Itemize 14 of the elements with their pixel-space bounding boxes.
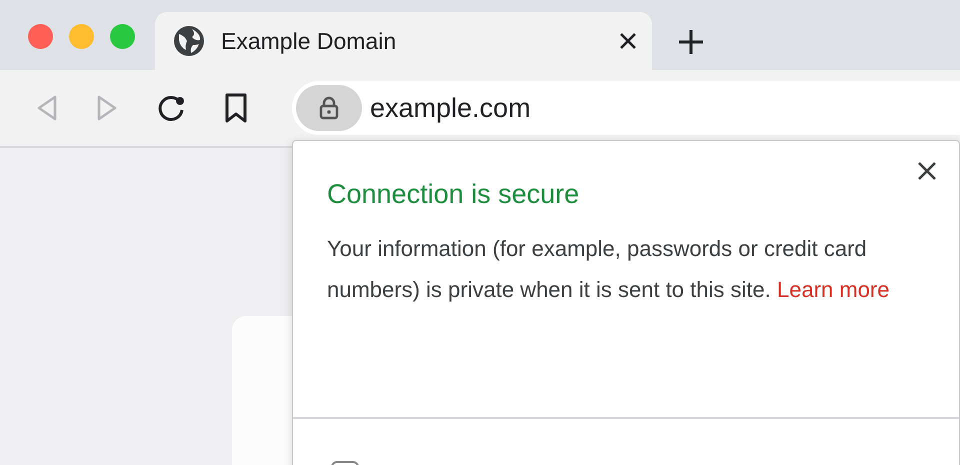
popup-title: Connection is secure	[327, 179, 580, 210]
url-text: example.com	[370, 92, 531, 124]
learn-more-link[interactable]: Learn more	[776, 277, 890, 302]
close-icon[interactable]	[917, 161, 937, 181]
new-tab-icon[interactable]	[678, 29, 704, 55]
lock-icon[interactable]	[296, 85, 362, 131]
globe-icon	[173, 25, 205, 57]
address-bar[interactable]: example.com	[292, 81, 960, 135]
bookmark-icon[interactable]	[224, 93, 248, 123]
popup-message: Your information (for example, passwords or credit card numbers) is private when it is sent to this site. Learn more	[327, 235, 890, 304]
tab-title: Example Domain	[221, 28, 398, 54]
browser-tab[interactable]: Example Domain	[155, 12, 652, 70]
close-tab-icon[interactable]	[618, 31, 638, 51]
reload-icon[interactable]	[156, 93, 186, 123]
